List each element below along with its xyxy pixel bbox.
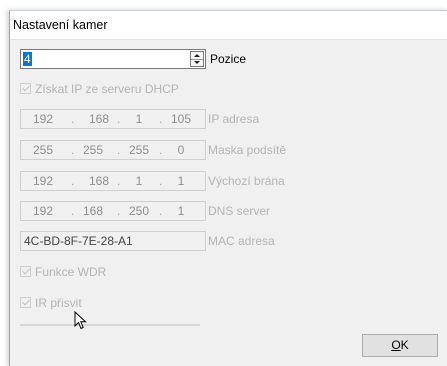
position-spinbox[interactable]: 4 bbox=[20, 49, 206, 69]
triangle-up-icon bbox=[194, 54, 200, 57]
dns-octet-4: 1 bbox=[177, 204, 185, 218]
ok-mnemonic: O bbox=[391, 338, 401, 352]
spin-buttons bbox=[190, 51, 204, 67]
arrow-cursor-icon bbox=[74, 311, 87, 330]
ip-octet-2: 168 bbox=[88, 112, 110, 126]
gateway-octet-1: 192 bbox=[32, 174, 54, 188]
window-title: Nastavení kamer bbox=[13, 18, 108, 32]
ok-button[interactable]: OK bbox=[362, 334, 438, 357]
ip-octet-3: 1 bbox=[135, 112, 143, 126]
ip-separator: . bbox=[117, 112, 121, 126]
wdr-checkbox-box[interactable] bbox=[20, 266, 31, 277]
mask-octet-1: 255 bbox=[32, 143, 54, 157]
dns-label: DNS server bbox=[208, 204, 271, 218]
dhcp-label: Získat IP ze serveru DHCP bbox=[35, 82, 179, 96]
dns-separator: . bbox=[159, 204, 163, 218]
wdr-label: Funkce WDR bbox=[35, 265, 107, 279]
spin-down-button[interactable] bbox=[191, 59, 203, 67]
position-label: Pozice bbox=[210, 52, 247, 66]
camera-settings-dialog: Nastavení kamer 4 Pozice Získat IP ze se… bbox=[9, 10, 447, 366]
mac-address-label: MAC adresa bbox=[208, 234, 275, 248]
mask-octet-2: 255 bbox=[82, 143, 104, 157]
spin-up-button[interactable] bbox=[191, 52, 203, 59]
dns-separator: . bbox=[71, 204, 75, 218]
triangle-down-icon bbox=[194, 61, 200, 64]
ir-label: IR přisvit bbox=[35, 296, 82, 310]
dns-octet-2: 168 bbox=[82, 204, 104, 218]
dns-field[interactable]: 192 . 168 . 250 . 1 bbox=[20, 201, 206, 221]
ok-label-rest: K bbox=[400, 338, 409, 352]
ip-octet-1: 192 bbox=[32, 112, 54, 126]
mac-address-field[interactable]: 4C-BD-8F-7E-28-A1 bbox=[20, 231, 206, 251]
dns-separator: . bbox=[117, 204, 121, 218]
gateway-octet-4: 1 bbox=[177, 174, 185, 188]
mask-octet-3: 255 bbox=[128, 143, 150, 157]
subnet-mask-field[interactable]: 255 . 255 . 255 . 0 bbox=[20, 140, 206, 160]
gateway-octet-2: 168 bbox=[88, 174, 110, 188]
ip-octet-4: 105 bbox=[170, 112, 192, 126]
dns-octet-3: 250 bbox=[128, 204, 150, 218]
mask-separator: . bbox=[117, 143, 121, 157]
partial-separator bbox=[20, 324, 200, 326]
mac-address-value: 4C-BD-8F-7E-28-A1 bbox=[24, 234, 133, 248]
mask-octet-4: 0 bbox=[177, 143, 185, 157]
gateway-separator: . bbox=[71, 174, 75, 188]
ir-checkbox-box[interactable] bbox=[20, 297, 31, 308]
ip-address-label: IP adresa bbox=[208, 112, 260, 126]
gateway-separator: . bbox=[117, 174, 121, 188]
gateway-separator: . bbox=[159, 174, 163, 188]
ip-separator: . bbox=[71, 112, 75, 126]
mask-separator: . bbox=[71, 143, 75, 157]
gateway-octet-3: 1 bbox=[135, 174, 143, 188]
title-bar: Nastavení kamer bbox=[10, 11, 447, 40]
subnet-mask-label: Maska podsítě bbox=[208, 143, 287, 157]
gateway-label: Výchozí brána bbox=[208, 174, 285, 188]
gateway-field[interactable]: 192 . 168 . 1 . 1 bbox=[20, 171, 206, 191]
dhcp-checkbox-box[interactable] bbox=[20, 83, 31, 94]
position-value[interactable]: 4 bbox=[23, 52, 32, 66]
mask-separator: . bbox=[159, 143, 163, 157]
ip-address-field[interactable]: 192 . 168 . 1 . 105 bbox=[20, 109, 206, 129]
ip-separator: . bbox=[159, 112, 163, 126]
dns-octet-1: 192 bbox=[32, 204, 54, 218]
